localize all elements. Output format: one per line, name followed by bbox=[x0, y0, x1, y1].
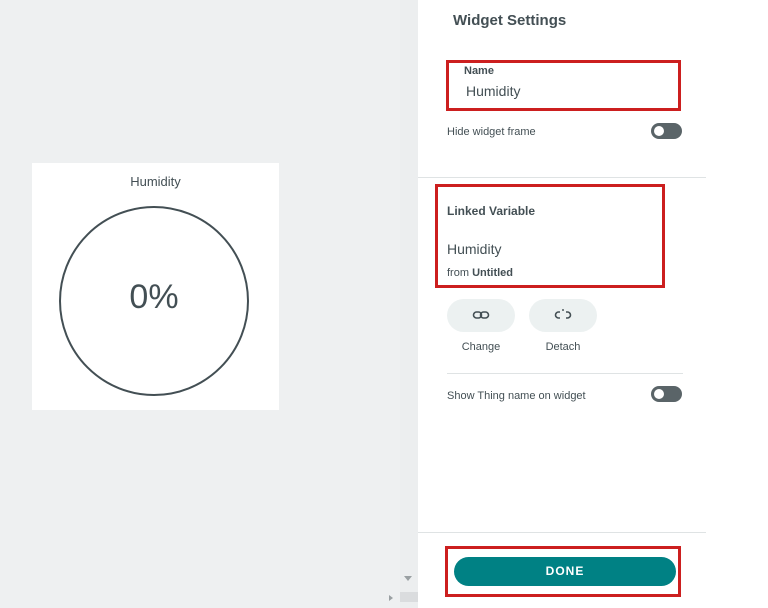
widget-value: 0% bbox=[129, 278, 179, 316]
toggle-knob bbox=[654, 389, 664, 399]
linked-variable-value: Humidity bbox=[447, 241, 502, 257]
thing-name: Untitled bbox=[472, 267, 514, 279]
divider bbox=[418, 532, 706, 533]
name-input[interactable]: Humidity bbox=[466, 83, 520, 99]
detach-variable-button[interactable] bbox=[529, 299, 597, 332]
hide-frame-toggle[interactable] bbox=[651, 123, 682, 139]
name-label: Name bbox=[464, 65, 494, 77]
hide-frame-label: Hide widget frame bbox=[447, 126, 536, 138]
from-prefix: from bbox=[447, 267, 469, 279]
detach-label[interactable]: Detach bbox=[529, 341, 597, 353]
change-label[interactable]: Change bbox=[447, 341, 515, 353]
toggle-knob bbox=[654, 126, 664, 136]
dashboard-canvas: Humidity 0% bbox=[0, 0, 418, 608]
settings-title: Widget Settings bbox=[453, 12, 567, 29]
horizontal-scrollbar-thumb[interactable] bbox=[400, 592, 418, 602]
linked-variable-label: Linked Variable bbox=[447, 204, 536, 218]
scroll-down-icon[interactable] bbox=[404, 576, 412, 581]
change-variable-button[interactable] bbox=[447, 299, 515, 332]
canvas-scrollbar[interactable] bbox=[400, 0, 418, 608]
show-thing-name-label: Show Thing name on widget bbox=[447, 390, 586, 402]
unlink-icon bbox=[554, 309, 572, 319]
widget-settings-panel: Widget Settings Name Humidity Hide widge… bbox=[418, 0, 768, 608]
divider bbox=[418, 177, 706, 178]
show-thing-name-toggle[interactable] bbox=[651, 386, 682, 402]
scroll-right-icon[interactable] bbox=[389, 595, 393, 601]
done-button[interactable]: DONE bbox=[454, 557, 676, 586]
divider bbox=[447, 373, 683, 374]
linked-variable-source: from Untitled bbox=[447, 267, 513, 279]
widget-title: Humidity bbox=[130, 174, 181, 189]
link-icon bbox=[472, 311, 490, 319]
percentage-widget[interactable]: Humidity 0% bbox=[32, 163, 279, 410]
